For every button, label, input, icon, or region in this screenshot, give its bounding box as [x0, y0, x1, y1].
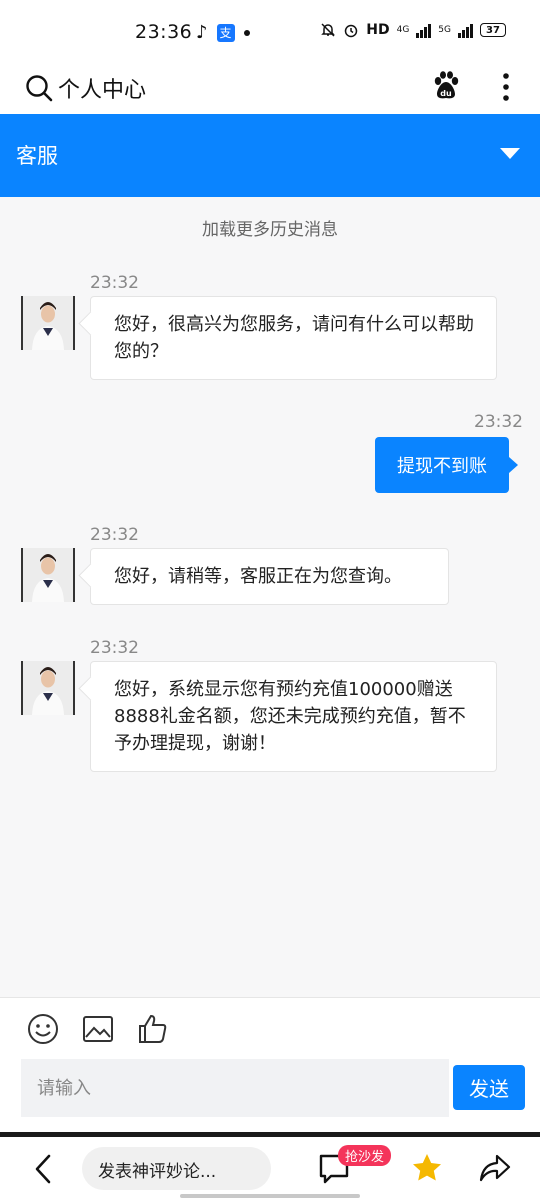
- battery-icon: 37: [480, 23, 506, 37]
- home-indicator: [180, 1194, 360, 1198]
- load-more-history-link[interactable]: 加载更多历史消息: [0, 215, 540, 240]
- alipay-icon: 支: [216, 23, 235, 42]
- message-timestamp: 23:32: [474, 412, 523, 432]
- message-timestamp: 23:32: [90, 638, 139, 658]
- signal-icon-2: [458, 22, 473, 38]
- alarm-icon: [345, 24, 358, 38]
- comment-input[interactable]: 发表神评妙论...: [82, 1147, 271, 1190]
- agent-avatar: [21, 661, 75, 715]
- message-timestamp: 23:32: [90, 273, 139, 293]
- signal-icon: [416, 22, 432, 38]
- agent-message-bubble: 您好，系统显示您有预约充值100000赠送8888礼金名额，您还未完成预约充值，…: [90, 661, 497, 772]
- agent-message-bubble: 您好，请稍等，客服正在为您查询。: [90, 548, 449, 605]
- message-timestamp: 23:32: [90, 525, 139, 545]
- bottom-action-bar: 发表神评妙论... 抢沙发: [0, 1137, 540, 1200]
- emoji-icon[interactable]: [26, 1012, 60, 1046]
- baidu-paw-icon[interactable]: du: [430, 70, 462, 102]
- mute-bell-icon: [321, 23, 336, 37]
- composer-input-row: 发送: [0, 1057, 540, 1132]
- tiktok-icon: ♪: [196, 22, 208, 43]
- agent-avatar: [21, 296, 75, 350]
- share-icon[interactable]: [478, 1151, 512, 1185]
- status-bar: 23:36 ♪ 支 HD 4G 5G 37: [0, 0, 540, 64]
- agent-avatar: [21, 548, 75, 602]
- network-5g-label: 5G: [438, 25, 451, 35]
- more-vertical-icon[interactable]: [494, 70, 518, 104]
- composer-toolbar: [0, 997, 540, 1057]
- message-input[interactable]: [21, 1059, 449, 1117]
- page-title: 个人中心: [58, 78, 147, 103]
- status-time: 23:36: [135, 21, 193, 43]
- chevron-down-icon[interactable]: [498, 145, 522, 161]
- status-system-icons: HD 4G 5G 37: [320, 22, 506, 38]
- sofa-badge: 抢沙发: [338, 1145, 392, 1166]
- send-button[interactable]: 发送: [453, 1065, 525, 1110]
- chat-area[interactable]: 加载更多历史消息 23:32 您好，很高兴为您服务，请问有什么可以帮助您的？ 2…: [0, 197, 540, 997]
- service-title: 客服: [16, 144, 58, 168]
- back-icon[interactable]: [30, 1153, 56, 1185]
- app-header: 个人中心 du: [0, 64, 540, 114]
- star-icon[interactable]: [410, 1151, 444, 1185]
- service-title-bar: 客服: [0, 114, 540, 197]
- hd-label: HD: [366, 22, 390, 38]
- network-4g-label: 4G: [396, 25, 410, 35]
- agent-message-bubble: 您好，很高兴为您服务，请问有什么可以帮助您的？: [90, 296, 497, 380]
- user-message-bubble: 提现不到账: [375, 437, 518, 493]
- notification-dot-icon: [243, 29, 250, 36]
- thumbs-up-icon[interactable]: [136, 1012, 170, 1046]
- image-icon[interactable]: [81, 1012, 115, 1046]
- svg-text:du: du: [440, 89, 452, 98]
- search-icon[interactable]: [24, 73, 54, 103]
- status-notification-icons: ♪ 支: [196, 22, 250, 43]
